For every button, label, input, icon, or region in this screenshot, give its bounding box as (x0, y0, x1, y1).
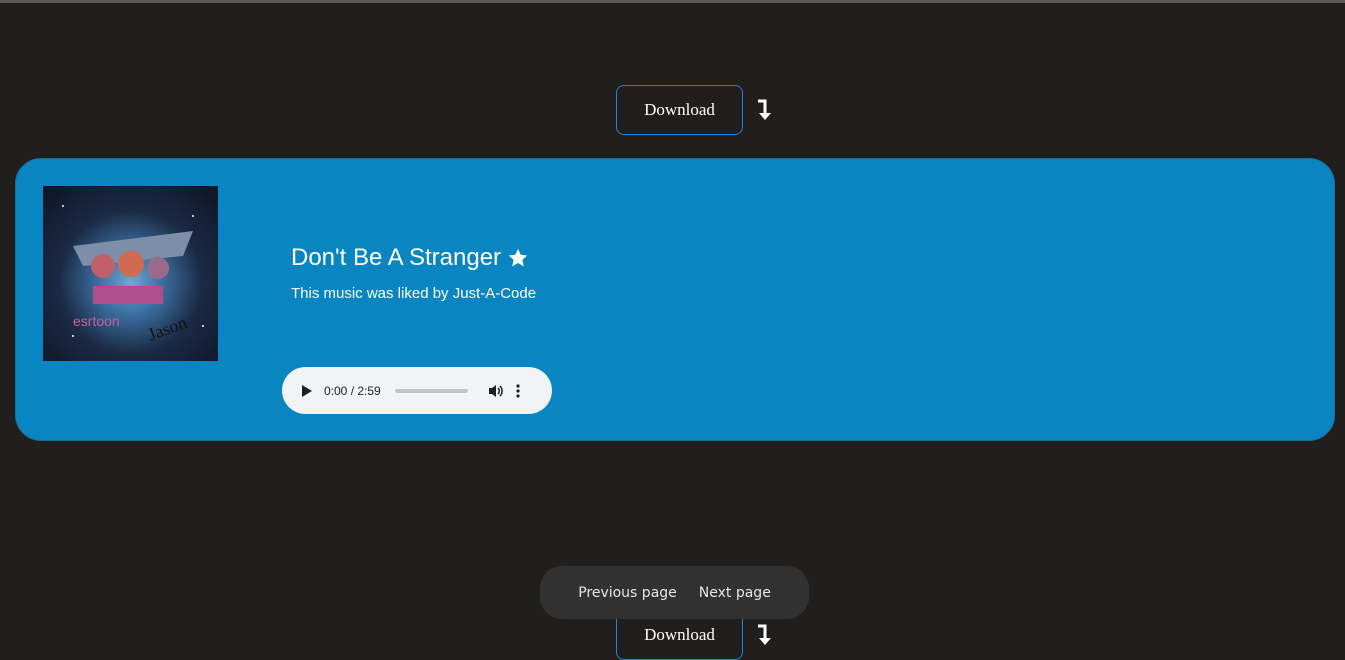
svg-text:Jason: Jason (145, 312, 189, 344)
song-card: esrtoon Jason Don't Be A Stranger This m… (15, 158, 1335, 441)
svg-text:esrtoon: esrtoon (73, 313, 120, 329)
audio-seek-slider[interactable] (394, 388, 468, 393)
download-row: Download (616, 85, 771, 135)
window-top-border (0, 0, 1345, 3)
song-title: Don't Be A Stranger (291, 244, 502, 271)
star-icon[interactable] (507, 247, 529, 269)
more-options-icon[interactable] (516, 383, 520, 398)
audio-time: 0:00 / 2:59 (324, 383, 381, 398)
pagination: Previous page Next page (540, 566, 809, 619)
album-art: esrtoon Jason (43, 186, 218, 361)
song-title-row: Don't Be A Stranger (291, 244, 529, 272)
play-icon[interactable] (300, 384, 312, 397)
download-button[interactable]: Download (616, 85, 743, 135)
previous-page-button[interactable]: Previous page (578, 585, 677, 601)
audio-player[interactable]: 0:00 / 2:59 (282, 367, 552, 414)
volume-icon[interactable] (488, 383, 504, 399)
arrow-down-icon (758, 99, 771, 120)
next-page-button[interactable]: Next page (699, 585, 771, 601)
liked-by-text: This music was liked by Just-A-Code (291, 285, 537, 302)
